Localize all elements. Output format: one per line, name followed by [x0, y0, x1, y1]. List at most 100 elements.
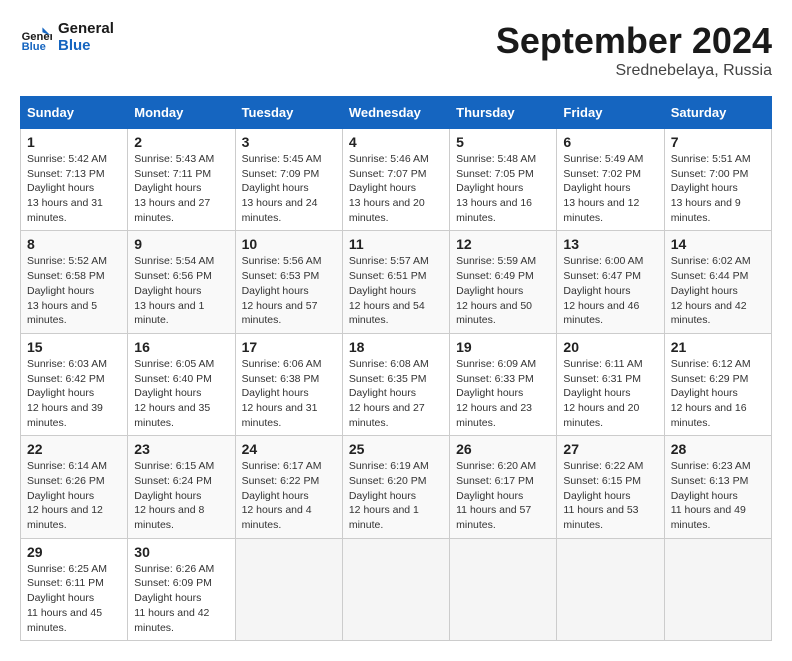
table-row: 28 Sunrise: 6:23 AM Sunset: 6:13 PM Dayl…: [664, 436, 771, 538]
day-info: Sunrise: 6:02 AM Sunset: 6:44 PM Dayligh…: [671, 254, 765, 327]
month-title: September 2024: [496, 20, 772, 62]
day-info: Sunrise: 6:26 AM Sunset: 6:09 PM Dayligh…: [134, 562, 228, 635]
day-number: 12: [456, 236, 550, 252]
day-info: Sunrise: 6:14 AM Sunset: 6:26 PM Dayligh…: [27, 459, 121, 532]
day-number: 20: [563, 339, 657, 355]
day-number: 21: [671, 339, 765, 355]
table-row: 20 Sunrise: 6:11 AM Sunset: 6:31 PM Dayl…: [557, 333, 664, 435]
table-row: 22 Sunrise: 6:14 AM Sunset: 6:26 PM Dayl…: [21, 436, 128, 538]
day-number: 26: [456, 441, 550, 457]
page-header: General Blue General Blue September 2024…: [20, 20, 772, 80]
table-row: 27 Sunrise: 6:22 AM Sunset: 6:15 PM Dayl…: [557, 436, 664, 538]
svg-text:Blue: Blue: [22, 41, 46, 53]
day-info: Sunrise: 6:05 AM Sunset: 6:40 PM Dayligh…: [134, 357, 228, 430]
day-number: 24: [242, 441, 336, 457]
col-header-monday: Monday: [128, 97, 235, 129]
table-row: 6 Sunrise: 5:49 AM Sunset: 7:02 PM Dayli…: [557, 129, 664, 231]
day-number: 8: [27, 236, 121, 252]
table-row: [235, 538, 342, 640]
day-info: Sunrise: 6:22 AM Sunset: 6:15 PM Dayligh…: [563, 459, 657, 532]
day-number: 2: [134, 134, 228, 150]
table-row: 14 Sunrise: 6:02 AM Sunset: 6:44 PM Dayl…: [664, 231, 771, 333]
table-row: 1 Sunrise: 5:42 AM Sunset: 7:13 PM Dayli…: [21, 129, 128, 231]
table-row: [557, 538, 664, 640]
table-row: 21 Sunrise: 6:12 AM Sunset: 6:29 PM Dayl…: [664, 333, 771, 435]
day-info: Sunrise: 5:51 AM Sunset: 7:00 PM Dayligh…: [671, 152, 765, 225]
calendar-week-1: 1 Sunrise: 5:42 AM Sunset: 7:13 PM Dayli…: [21, 129, 772, 231]
day-number: 25: [349, 441, 443, 457]
table-row: 30 Sunrise: 6:26 AM Sunset: 6:09 PM Dayl…: [128, 538, 235, 640]
day-info: Sunrise: 5:42 AM Sunset: 7:13 PM Dayligh…: [27, 152, 121, 225]
col-header-tuesday: Tuesday: [235, 97, 342, 129]
table-row: 9 Sunrise: 5:54 AM Sunset: 6:56 PM Dayli…: [128, 231, 235, 333]
table-row: 11 Sunrise: 5:57 AM Sunset: 6:51 PM Dayl…: [342, 231, 449, 333]
table-row: 15 Sunrise: 6:03 AM Sunset: 6:42 PM Dayl…: [21, 333, 128, 435]
day-info: Sunrise: 6:06 AM Sunset: 6:38 PM Dayligh…: [242, 357, 336, 430]
table-row: 5 Sunrise: 5:48 AM Sunset: 7:05 PM Dayli…: [450, 129, 557, 231]
day-number: 17: [242, 339, 336, 355]
day-info: Sunrise: 5:48 AM Sunset: 7:05 PM Dayligh…: [456, 152, 550, 225]
day-number: 23: [134, 441, 228, 457]
table-row: 8 Sunrise: 5:52 AM Sunset: 6:58 PM Dayli…: [21, 231, 128, 333]
day-number: 10: [242, 236, 336, 252]
logo: General Blue General Blue: [20, 20, 114, 54]
col-header-thursday: Thursday: [450, 97, 557, 129]
table-row: 19 Sunrise: 6:09 AM Sunset: 6:33 PM Dayl…: [450, 333, 557, 435]
calendar-table: SundayMondayTuesdayWednesdayThursdayFrid…: [20, 96, 772, 641]
table-row: 29 Sunrise: 6:25 AM Sunset: 6:11 PM Dayl…: [21, 538, 128, 640]
col-header-wednesday: Wednesday: [342, 97, 449, 129]
table-row: 13 Sunrise: 6:00 AM Sunset: 6:47 PM Dayl…: [557, 231, 664, 333]
day-info: Sunrise: 6:23 AM Sunset: 6:13 PM Dayligh…: [671, 459, 765, 532]
table-row: 3 Sunrise: 5:45 AM Sunset: 7:09 PM Dayli…: [235, 129, 342, 231]
day-info: Sunrise: 6:15 AM Sunset: 6:24 PM Dayligh…: [134, 459, 228, 532]
table-row: [664, 538, 771, 640]
day-number: 27: [563, 441, 657, 457]
day-info: Sunrise: 6:12 AM Sunset: 6:29 PM Dayligh…: [671, 357, 765, 430]
day-info: Sunrise: 5:45 AM Sunset: 7:09 PM Dayligh…: [242, 152, 336, 225]
table-row: 24 Sunrise: 6:17 AM Sunset: 6:22 PM Dayl…: [235, 436, 342, 538]
day-info: Sunrise: 5:59 AM Sunset: 6:49 PM Dayligh…: [456, 254, 550, 327]
day-info: Sunrise: 5:54 AM Sunset: 6:56 PM Dayligh…: [134, 254, 228, 327]
logo-icon: General Blue: [20, 21, 52, 53]
day-number: 5: [456, 134, 550, 150]
day-number: 19: [456, 339, 550, 355]
day-number: 6: [563, 134, 657, 150]
day-info: Sunrise: 6:00 AM Sunset: 6:47 PM Dayligh…: [563, 254, 657, 327]
calendar-week-2: 8 Sunrise: 5:52 AM Sunset: 6:58 PM Dayli…: [21, 231, 772, 333]
day-info: Sunrise: 5:56 AM Sunset: 6:53 PM Dayligh…: [242, 254, 336, 327]
day-number: 22: [27, 441, 121, 457]
table-row: 7 Sunrise: 5:51 AM Sunset: 7:00 PM Dayli…: [664, 129, 771, 231]
calendar-week-3: 15 Sunrise: 6:03 AM Sunset: 6:42 PM Dayl…: [21, 333, 772, 435]
table-row: 18 Sunrise: 6:08 AM Sunset: 6:35 PM Dayl…: [342, 333, 449, 435]
table-row: 10 Sunrise: 5:56 AM Sunset: 6:53 PM Dayl…: [235, 231, 342, 333]
day-number: 1: [27, 134, 121, 150]
day-number: 11: [349, 236, 443, 252]
calendar-week-5: 29 Sunrise: 6:25 AM Sunset: 6:11 PM Dayl…: [21, 538, 772, 640]
day-number: 14: [671, 236, 765, 252]
logo-line1: General: [58, 20, 114, 37]
day-info: Sunrise: 6:20 AM Sunset: 6:17 PM Dayligh…: [456, 459, 550, 532]
day-info: Sunrise: 6:09 AM Sunset: 6:33 PM Dayligh…: [456, 357, 550, 430]
day-number: 28: [671, 441, 765, 457]
table-row: 23 Sunrise: 6:15 AM Sunset: 6:24 PM Dayl…: [128, 436, 235, 538]
col-header-saturday: Saturday: [664, 97, 771, 129]
logo-line2: Blue: [58, 37, 114, 54]
table-row: 26 Sunrise: 6:20 AM Sunset: 6:17 PM Dayl…: [450, 436, 557, 538]
day-number: 18: [349, 339, 443, 355]
table-row: 12 Sunrise: 5:59 AM Sunset: 6:49 PM Dayl…: [450, 231, 557, 333]
day-info: Sunrise: 5:49 AM Sunset: 7:02 PM Dayligh…: [563, 152, 657, 225]
day-info: Sunrise: 6:19 AM Sunset: 6:20 PM Dayligh…: [349, 459, 443, 532]
day-info: Sunrise: 5:46 AM Sunset: 7:07 PM Dayligh…: [349, 152, 443, 225]
day-number: 30: [134, 544, 228, 560]
calendar-week-4: 22 Sunrise: 6:14 AM Sunset: 6:26 PM Dayl…: [21, 436, 772, 538]
day-number: 7: [671, 134, 765, 150]
table-row: 25 Sunrise: 6:19 AM Sunset: 6:20 PM Dayl…: [342, 436, 449, 538]
table-row: 4 Sunrise: 5:46 AM Sunset: 7:07 PM Dayli…: [342, 129, 449, 231]
day-number: 13: [563, 236, 657, 252]
day-number: 16: [134, 339, 228, 355]
day-info: Sunrise: 6:17 AM Sunset: 6:22 PM Dayligh…: [242, 459, 336, 532]
day-number: 15: [27, 339, 121, 355]
col-header-friday: Friday: [557, 97, 664, 129]
day-info: Sunrise: 6:08 AM Sunset: 6:35 PM Dayligh…: [349, 357, 443, 430]
day-info: Sunrise: 6:11 AM Sunset: 6:31 PM Dayligh…: [563, 357, 657, 430]
